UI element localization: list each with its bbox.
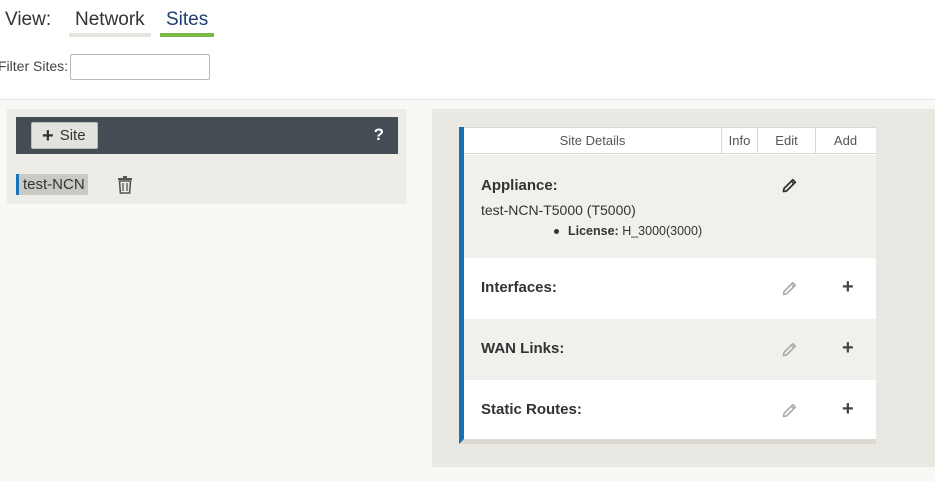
view-bar: View: Network Sites Filter Sites:: [0, 0, 935, 100]
license-value: H_3000(3000): [622, 224, 703, 238]
header-edit: Edit: [757, 128, 815, 153]
header-site-details: Site Details: [559, 133, 626, 148]
interfaces-title: Interfaces:: [481, 279, 557, 296]
add-static-routes-icon[interactable]: +: [842, 399, 854, 419]
license-label: License:: [568, 224, 619, 238]
site-details-header: Site Details Info Edit Add: [464, 127, 876, 154]
appliance-row: Appliance: test-NCN-T5000 (T5000) Licens…: [464, 155, 876, 258]
site-item[interactable]: test-NCN: [16, 174, 88, 195]
tab-sites[interactable]: Sites: [160, 9, 215, 37]
trash-icon[interactable]: [117, 176, 133, 194]
license-line: License: H_3000(3000): [554, 224, 702, 238]
header-info: Info: [721, 128, 757, 153]
edit-wan-links-icon[interactable]: [781, 340, 799, 358]
edit-appliance-icon[interactable]: [781, 176, 799, 194]
appliance-title: Appliance:: [481, 177, 558, 194]
static-routes-title: Static Routes:: [481, 401, 582, 418]
add-wan-links-icon[interactable]: +: [842, 338, 854, 358]
appliance-name: test-NCN-T5000 (T5000): [481, 202, 636, 218]
static-routes-row: Static Routes: +: [464, 380, 876, 439]
plus-icon: +: [42, 124, 54, 147]
wan-links-row: WAN Links: +: [464, 319, 876, 380]
help-icon[interactable]: ?: [374, 125, 384, 145]
filter-sites-label: Filter Sites:: [0, 58, 69, 74]
site-toolbar: + Site ?: [16, 117, 398, 154]
view-label: View:: [5, 9, 52, 30]
interfaces-row: Interfaces: +: [464, 258, 876, 319]
edit-static-routes-icon[interactable]: [781, 401, 799, 419]
add-site-label: Site: [59, 127, 86, 144]
edit-interfaces-icon[interactable]: [781, 279, 799, 297]
wan-links-title: WAN Links:: [481, 340, 565, 357]
site-details-card: Site Details Info Edit Add Appliance: te…: [459, 127, 876, 444]
tab-network[interactable]: Network: [69, 9, 151, 37]
header-add: Add: [815, 128, 875, 153]
add-interfaces-icon[interactable]: +: [842, 277, 854, 297]
bullet-icon: [554, 229, 559, 235]
filter-sites-input[interactable]: [70, 54, 210, 80]
add-site-button[interactable]: + Site: [31, 122, 98, 149]
